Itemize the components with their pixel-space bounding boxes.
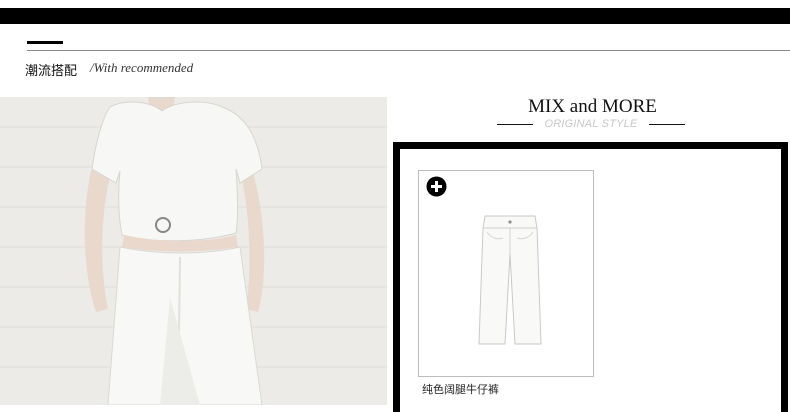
mix-and-more-title: MIX and MORE (528, 96, 657, 117)
subtitle-right-line (649, 124, 685, 125)
section-divider (27, 50, 790, 51)
plus-circle-icon[interactable] (426, 176, 447, 197)
product-name[interactable]: 纯色阔腿牛仔裤 (422, 381, 499, 397)
product-jeans-image[interactable] (475, 214, 545, 350)
mix-subtitle-group: ORIGINAL STYLE (497, 118, 685, 132)
model-photo (0, 97, 387, 405)
top-black-bar (0, 8, 790, 24)
section-subtitle: /With recommended (90, 60, 194, 75)
accent-underline (27, 41, 63, 44)
section-title: 潮流搭配 (25, 64, 78, 79)
